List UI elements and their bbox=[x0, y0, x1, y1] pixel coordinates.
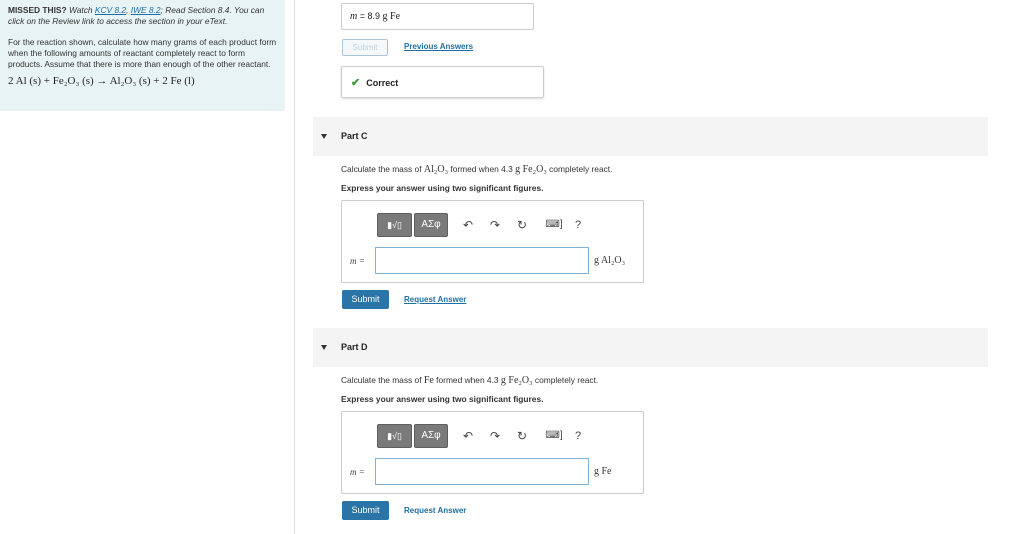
previous-answer-value: 8.9 bbox=[367, 11, 381, 21]
collapse-triangle-icon bbox=[321, 345, 327, 351]
help-icon[interactable]: ? bbox=[571, 217, 585, 233]
keyboard-icon[interactable]: ⌨] bbox=[543, 217, 565, 233]
undo-icon[interactable]: ↶ bbox=[461, 217, 475, 233]
reset-icon[interactable]: ↻ bbox=[515, 217, 529, 233]
previous-answer-field: m = 8.9 g Fe bbox=[341, 3, 534, 30]
part-d-instruction: Express your answer using two significan… bbox=[341, 394, 544, 404]
part-d-header[interactable]: Part D bbox=[313, 328, 988, 367]
missed-this-label: MISSED THIS? bbox=[8, 5, 67, 15]
reset-icon[interactable]: ↻ bbox=[515, 428, 529, 444]
checkmark-icon: ✔ bbox=[351, 77, 361, 89]
keyboard-icon[interactable]: ⌨] bbox=[543, 428, 565, 444]
column-divider bbox=[294, 0, 295, 534]
part-d-answer-editor: ▮√▯ ΑΣφ ↶ ↷ ↻ ⌨] ? m = g Fe bbox=[341, 411, 644, 494]
correct-feedback: ✔ Correct bbox=[341, 66, 544, 98]
templates-button[interactable]: ▮√▯ bbox=[377, 424, 412, 448]
previous-answers-link[interactable]: Previous Answers bbox=[404, 42, 473, 51]
part-c-answer-editor: ▮√▯ ΑΣφ ↶ ↷ ↻ ⌨] ? m = g Al₂O₃ bbox=[341, 200, 644, 283]
part-c-question: Calculate the mass of Al₂O₃ formed when … bbox=[341, 164, 613, 175]
part-d-variable-label: m = bbox=[350, 467, 365, 477]
part-d-title: Part D bbox=[341, 342, 368, 352]
greek-symbols-button[interactable]: ΑΣφ bbox=[414, 213, 448, 237]
collapse-triangle-icon bbox=[321, 134, 327, 140]
part-c-request-answer-link[interactable]: Request Answer bbox=[404, 295, 466, 304]
kcv-link[interactable]: KCV 8.2 bbox=[95, 5, 126, 15]
part-c-variable-label: m = bbox=[350, 256, 365, 266]
part-c-header[interactable]: Part C bbox=[313, 117, 988, 156]
part-c-answer-input[interactable] bbox=[375, 247, 589, 274]
part-c-unit-label: g Al₂O₃ bbox=[594, 255, 626, 266]
part-c-title: Part C bbox=[341, 131, 368, 141]
part-d-question: Calculate the mass of Fe formed when 4.3… bbox=[341, 375, 599, 386]
reaction-equation: 2 Al (s) + Fe₂O₃ (s) → Al₂O₃ (s) + 2 Fe … bbox=[8, 75, 195, 87]
missed-this-note: MISSED THIS? Watch KCV 8.2, IWE 8.2; Rea… bbox=[8, 5, 265, 26]
greek-symbols-button[interactable]: ΑΣφ bbox=[414, 424, 448, 448]
part-d-submit-button[interactable]: Submit bbox=[342, 501, 389, 520]
correct-label: Correct bbox=[366, 78, 399, 88]
part-d-unit-label: g Fe bbox=[594, 466, 612, 477]
previous-answer-unit: g Fe bbox=[382, 11, 401, 22]
iwe-link[interactable]: IWE 8.2 bbox=[131, 5, 161, 15]
part-d-request-answer-link[interactable]: Request Answer bbox=[404, 506, 466, 515]
undo-icon[interactable]: ↶ bbox=[461, 428, 475, 444]
submit-button-disabled: Submit bbox=[342, 39, 388, 56]
redo-icon[interactable]: ↷ bbox=[488, 428, 502, 444]
part-c-instruction: Express your answer using two significan… bbox=[341, 183, 544, 193]
watch-text: Watch bbox=[68, 5, 93, 15]
templates-button[interactable]: ▮√▯ bbox=[377, 213, 412, 237]
assignment-info-panel: MISSED THIS? Watch KCV 8.2, IWE 8.2; Rea… bbox=[0, 0, 285, 111]
help-icon[interactable]: ? bbox=[571, 428, 585, 444]
problem-instructions: For the reaction shown, calculate how ma… bbox=[8, 37, 277, 69]
redo-icon[interactable]: ↷ bbox=[488, 217, 502, 233]
part-c-submit-button[interactable]: Submit bbox=[342, 290, 389, 309]
part-d-answer-input[interactable] bbox=[375, 458, 589, 485]
